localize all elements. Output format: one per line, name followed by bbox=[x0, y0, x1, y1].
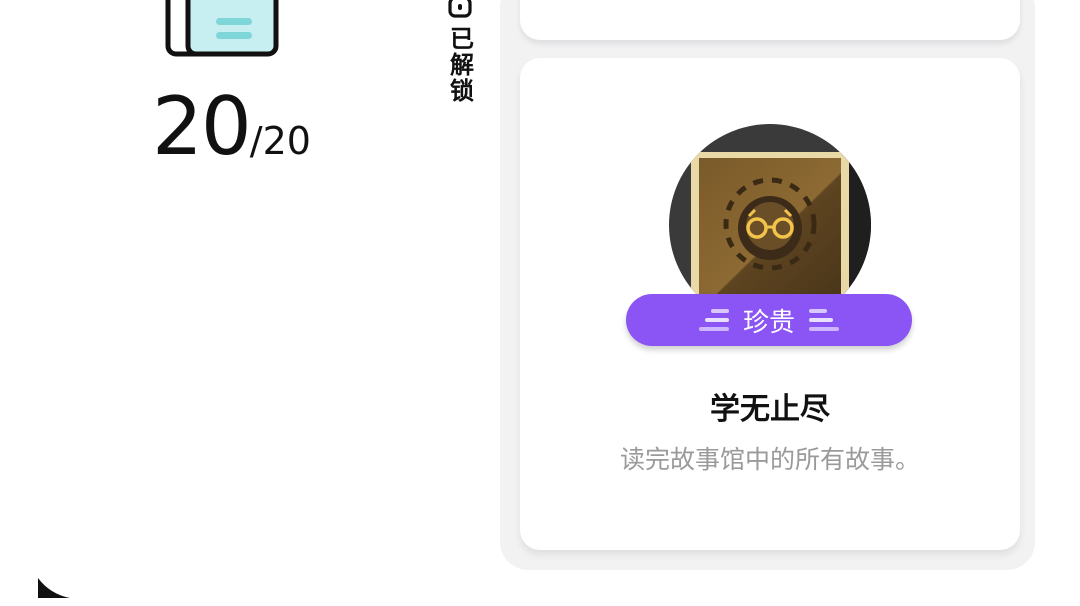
rarity-label: 珍贵 bbox=[742, 307, 795, 338]
rarity-stripes-left-icon bbox=[698, 309, 729, 331]
unlock-icon bbox=[448, 0, 472, 18]
unlocked-count: 20 bbox=[152, 80, 252, 173]
unlocked-status: 已解锁 bbox=[440, 0, 480, 104]
total-count: /20 bbox=[249, 119, 311, 163]
rarity-stripes-right-icon bbox=[809, 309, 839, 331]
achievement-title: 学无止尽 bbox=[710, 392, 830, 427]
corner-curl-icon bbox=[38, 578, 70, 598]
rarity-badge: 珍贵 bbox=[626, 294, 912, 346]
achievement-card-previous[interactable] bbox=[520, 0, 1020, 40]
storybook-icon bbox=[165, 0, 279, 57]
achievement-card[interactable]: 珍贵 学无止尽 读完故事馆中的所有故事。 bbox=[520, 58, 1020, 550]
unlocked-label: 已解锁 bbox=[445, 26, 474, 104]
stories-count: 20/20 bbox=[152, 82, 311, 172]
achievement-description: 读完故事馆中的所有故事。 bbox=[619, 445, 920, 474]
